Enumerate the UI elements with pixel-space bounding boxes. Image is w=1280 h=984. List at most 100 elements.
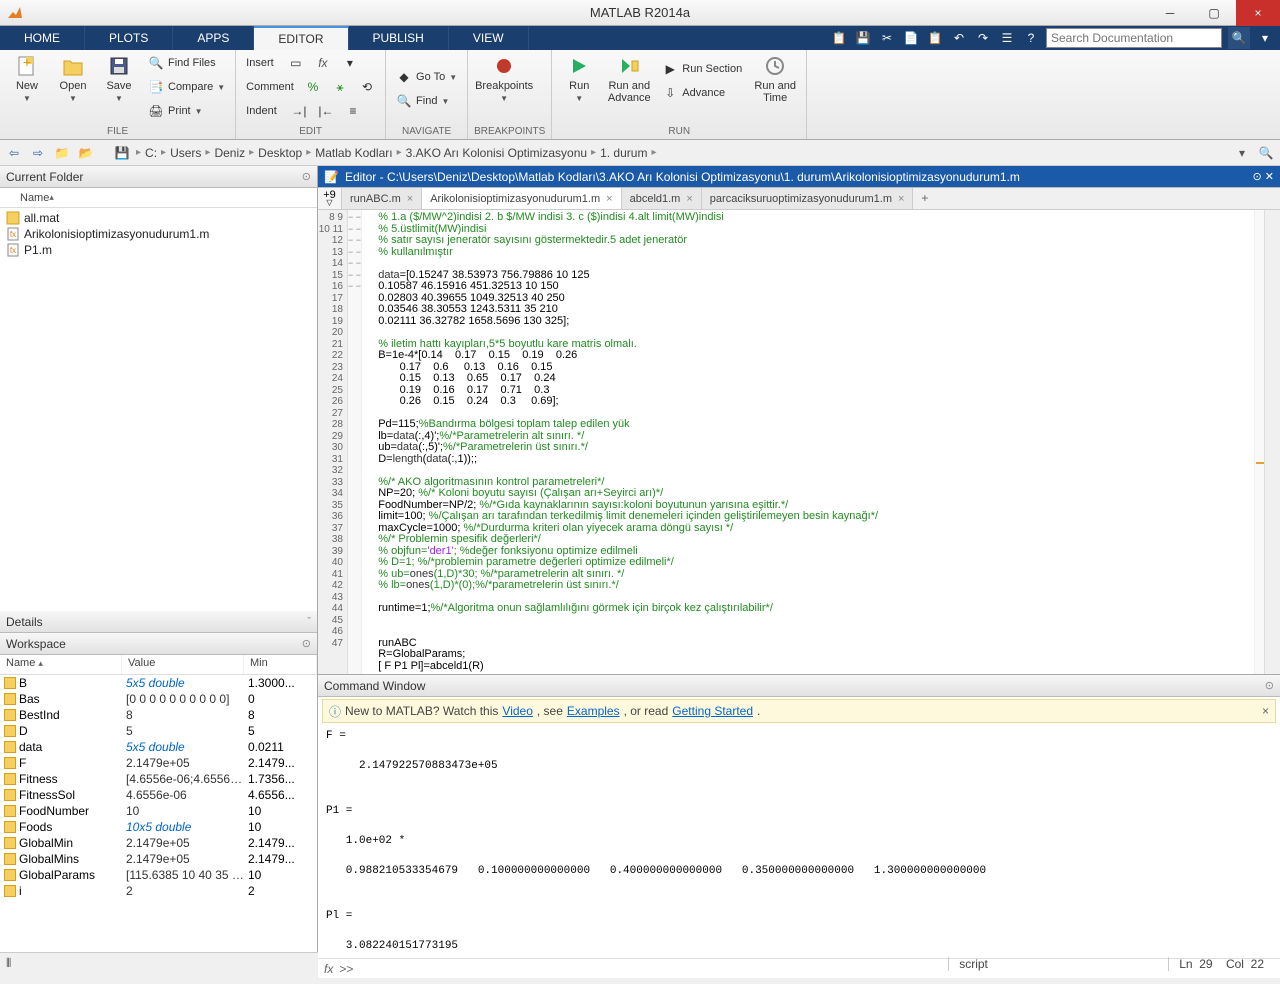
ribbon-tab-publish[interactable]: PUBLISH (349, 26, 449, 50)
examples-link[interactable]: Examples (567, 704, 620, 718)
file-item[interactable]: fxArikolonisioptimizasyonudurum1.m (0, 226, 317, 242)
run-section-button[interactable]: ▶Run Section (658, 58, 746, 80)
command-window-panel: Command Window⊙ ⓘ New to MATLAB? Watch t… (318, 675, 1280, 978)
panel-popout-icon[interactable]: ⊙ (302, 637, 311, 650)
workspace-row[interactable]: GlobalMins2.1479e+052.1479... (0, 851, 317, 867)
find-button[interactable]: 🔍Find ▼ (392, 90, 461, 112)
code-editor[interactable]: % 1.a ($/MW^2)indisi 2. b $/MW indisi 3.… (362, 210, 1254, 674)
up-folder-icon[interactable]: 📁 (52, 143, 72, 163)
advance-button[interactable]: ⇩Advance (658, 82, 746, 104)
compare-button[interactable]: 📑Compare ▼ (144, 76, 229, 98)
workspace-row[interactable]: Bas[0 0 0 0 0 0 0 0 0 0]0 (0, 691, 317, 707)
col-value[interactable]: Value (122, 655, 244, 674)
open-button[interactable]: Open▼ (52, 52, 94, 105)
editor-tab[interactable]: abceld1.m× (622, 188, 702, 209)
run-advance-button[interactable]: Run and Advance (604, 52, 654, 106)
new-button[interactable]: + New▼ (6, 52, 48, 105)
back-button[interactable]: ⇦ (4, 143, 24, 163)
qat-icon[interactable]: 📋 (830, 29, 848, 47)
paste-icon[interactable]: 📋 (926, 29, 944, 47)
crumb-separator-icon: ▸ (591, 147, 596, 158)
close-button[interactable]: × (1236, 0, 1280, 26)
crumb[interactable]: Matlab Kodları (315, 146, 392, 160)
close-banner-button[interactable]: × (1262, 704, 1269, 718)
workspace-row[interactable]: FoodNumber1010 (0, 803, 317, 819)
col-min[interactable]: Min (244, 655, 317, 674)
panel-popout-icon[interactable]: ⊙ (1265, 679, 1274, 692)
workspace-row[interactable]: F2.1479e+052.1479... (0, 755, 317, 771)
file-item[interactable]: fxP1.m (0, 242, 317, 258)
getting-started-link[interactable]: Getting Started (672, 704, 753, 718)
editor-tab[interactable]: runABC.m× (342, 188, 422, 209)
ribbon-tab-editor[interactable]: EDITOR (254, 26, 348, 50)
redo-icon[interactable]: ↷ (974, 29, 992, 47)
tab-close-icon[interactable]: × (407, 193, 413, 205)
search-documentation-input[interactable] (1046, 28, 1222, 48)
video-link[interactable]: Video (502, 704, 532, 718)
col-name[interactable]: Name (6, 657, 35, 669)
workspace-row[interactable]: i22 (0, 883, 317, 899)
maximize-button[interactable]: ▢ (1192, 0, 1236, 26)
login-icon[interactable]: ▾ (1256, 29, 1274, 47)
undo-icon[interactable]: ↶ (950, 29, 968, 47)
breakpoints-button[interactable]: Breakpoints▼ (474, 52, 534, 105)
breadcrumb[interactable]: C:▸Users▸Deniz▸Desktop▸Matlab Kodları▸3.… (145, 146, 656, 160)
indent-button[interactable]: Indent →| |← ≡ (242, 100, 379, 122)
group-label: NAVIGATE (392, 124, 461, 139)
ribbon-tab-view[interactable]: VIEW (449, 26, 529, 50)
save-button[interactable]: Save▼ (98, 52, 140, 105)
forward-button[interactable]: ⇨ (28, 143, 48, 163)
save-icon[interactable]: 💾 (854, 29, 872, 47)
workspace-row[interactable]: Fitness[4.6556e-06;4.6556e-0...1.7356... (0, 771, 317, 787)
minimize-button[interactable]: ─ (1148, 0, 1192, 26)
panel-popout-icon[interactable]: ⊙ (302, 170, 311, 183)
run-time-button[interactable]: Run and Time (750, 52, 800, 106)
search-button[interactable]: 🔍 (1228, 27, 1250, 49)
find-files-button[interactable]: 🔍Find Files (144, 52, 229, 74)
goto-button[interactable]: ◆Go To ▼ (392, 66, 461, 88)
addr-search-icon[interactable]: 🔍 (1256, 143, 1276, 163)
tab-close-icon[interactable]: × (898, 193, 904, 205)
workspace-row[interactable]: D55 (0, 723, 317, 739)
ribbon-tab-plots[interactable]: PLOTS (85, 26, 173, 50)
workspace-row[interactable]: Foods10x5 double10 (0, 819, 317, 835)
ribbon-tab-apps[interactable]: APPS (173, 26, 254, 50)
workspace-row[interactable]: BestInd88 (0, 707, 317, 723)
copy-icon[interactable]: 📄 (902, 29, 920, 47)
new-tab-button[interactable]: + (913, 188, 936, 209)
command-output[interactable]: F = 2.147922570883473e+05 P1 = 1.0e+02 *… (318, 725, 1280, 958)
workspace-row[interactable]: FitnessSol4.6556e-064.6556... (0, 787, 317, 803)
workspace-row[interactable]: data5x5 double0.0211 (0, 739, 317, 755)
comment-button[interactable]: Comment % ⚹ ⟲ (242, 76, 379, 98)
print-button[interactable]: 🖨Print ▼ (144, 100, 229, 122)
details-expand-icon[interactable]: ˇ (307, 616, 311, 628)
file-item[interactable]: all.mat (0, 210, 317, 226)
column-name[interactable]: Name (20, 192, 49, 204)
addr-dropdown[interactable]: ▾ (1232, 143, 1252, 163)
workspace-row[interactable]: GlobalMin2.1479e+052.1479... (0, 835, 317, 851)
insert-button[interactable]: Insert ▭ fx ▾ (242, 52, 379, 74)
editor-tab[interactable]: parcaciksuruoptimizasyonudurum1.m× (702, 188, 914, 209)
crumb[interactable]: C: (145, 146, 157, 160)
editor-tab[interactable]: Arikolonisioptimizasyonudurum1.m× (422, 188, 621, 209)
ribbon-tab-home[interactable]: HOME (0, 26, 85, 50)
crumb[interactable]: Users (170, 146, 201, 160)
crumb[interactable]: Desktop (258, 146, 302, 160)
tab-close-icon[interactable]: × (686, 193, 692, 205)
current-folder-panel: Current Folder⊙ Name ▴ all.matfxArikolon… (0, 166, 317, 611)
tab-scroll-indicator[interactable]: +9▽ (318, 188, 342, 209)
crumb[interactable]: 3.AKO Arı Kolonisi Optimizasyonu (406, 146, 587, 160)
crumb[interactable]: Deniz (214, 146, 245, 160)
help-icon[interactable]: ? (1022, 29, 1040, 47)
editor-scrollbar[interactable] (1264, 210, 1280, 674)
run-button[interactable]: Run▼ (558, 52, 600, 105)
tab-close-icon[interactable]: × (606, 193, 612, 205)
cut-icon[interactable]: ✂ (878, 29, 896, 47)
code-message-stripe[interactable] (1254, 210, 1264, 674)
workspace-row[interactable]: GlobalParams[115.6385 10 40 35 130]10 (0, 867, 317, 883)
browse-folder-icon[interactable]: 📂 (76, 143, 96, 163)
panel-popout-icon[interactable]: ⊙ ✕ (1253, 170, 1275, 183)
prefs-icon[interactable]: ☰ (998, 29, 1016, 47)
crumb[interactable]: 1. durum (600, 146, 647, 160)
workspace-row[interactable]: B5x5 double1.3000... (0, 675, 317, 691)
